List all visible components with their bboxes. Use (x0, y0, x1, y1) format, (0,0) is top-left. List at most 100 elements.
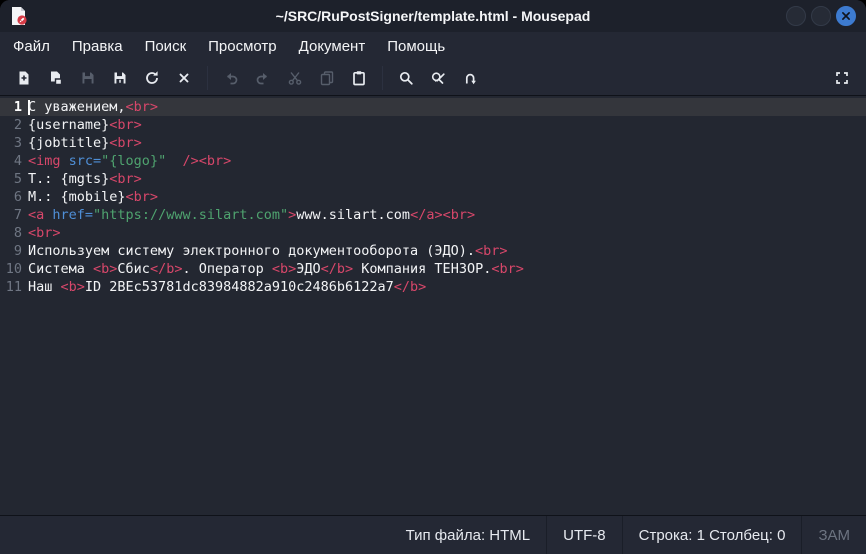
editor-line-1[interactable]: 1С уважением,<br> (0, 98, 866, 116)
code-token: </a> (410, 207, 443, 223)
editor-line-4[interactable]: 4<img src="{logo}" /><br> (0, 152, 866, 170)
editor-line-2[interactable]: 2{username}<br> (0, 116, 866, 134)
line-number: 9 (0, 242, 28, 260)
line-number: 8 (0, 224, 28, 242)
paste-icon (351, 70, 367, 86)
code-token: <img (28, 153, 61, 169)
code-token: <br> (126, 99, 159, 115)
mousepad-app-icon (10, 6, 28, 26)
menu-item-help[interactable]: Помощь (376, 35, 456, 58)
cut-icon (287, 70, 303, 86)
cut-button (280, 64, 310, 92)
reload-icon (144, 70, 160, 86)
reload-button[interactable] (137, 64, 167, 92)
save-as-icon (112, 70, 128, 86)
code-token: <br> (199, 153, 232, 169)
line-content: Используем систему электронного документ… (28, 242, 508, 260)
code-token: <br> (475, 243, 508, 259)
code-token: Сбис (117, 261, 150, 277)
editor-line-7[interactable]: 7<a href="https://www.silart.com">www.si… (0, 206, 866, 224)
code-token: <b> (93, 261, 117, 277)
menu-item-search[interactable]: Поиск (134, 35, 198, 58)
save-as-button[interactable] (105, 64, 135, 92)
menu-item-view[interactable]: Просмотр (197, 35, 288, 58)
line-number: 11 (0, 278, 28, 296)
open-file-button[interactable] (41, 64, 71, 92)
code-token: <br> (109, 135, 142, 151)
line-number: 7 (0, 206, 28, 224)
code-token: С уважением, (28, 99, 126, 115)
menu-item-edit[interactable]: Правка (61, 35, 134, 58)
fullscreen-icon (834, 70, 850, 86)
line-content: {jobtitle}<br> (28, 134, 142, 152)
close-file-button[interactable] (169, 64, 199, 92)
search-button[interactable] (391, 64, 421, 92)
editor-line-9[interactable]: 9Используем систему электронного докумен… (0, 242, 866, 260)
editor-line-3[interactable]: 3{jobtitle}<br> (0, 134, 866, 152)
editor-line-10[interactable]: 10Система <b>Сбис</b>. Оператор <b>ЭДО</… (0, 260, 866, 278)
go-to-icon (462, 70, 478, 86)
minimize-button[interactable] (786, 6, 806, 26)
window-controls (786, 6, 856, 26)
code-token: /> (182, 153, 198, 169)
fullscreen-button[interactable] (827, 64, 857, 92)
code-token: Т.: {mgts} (28, 171, 109, 187)
code-token: <a (28, 207, 44, 223)
code-token: Компания ТЕНЗОР. (353, 261, 491, 277)
code-token: </b> (394, 279, 427, 295)
menu-item-file[interactable]: Файл (2, 35, 61, 58)
code-token: <br> (443, 207, 476, 223)
close-icon (841, 11, 851, 21)
search-replace-button[interactable] (423, 64, 453, 92)
line-content: <img src="{logo}" /><br> (28, 152, 231, 170)
code-token: </b> (150, 261, 183, 277)
code-token: ЭДО (296, 261, 320, 277)
redo-button (248, 64, 278, 92)
line-number: 4 (0, 152, 28, 170)
close-button[interactable] (836, 6, 856, 26)
code-token: <br> (28, 225, 61, 241)
paste-button[interactable] (344, 64, 374, 92)
search-icon (398, 70, 414, 86)
code-token: "https://www.silart.com" (93, 207, 288, 223)
line-number: 3 (0, 134, 28, 152)
code-token: href= (52, 207, 93, 223)
code-token: Наш (28, 279, 61, 295)
titlebar[interactable]: ~/SRC/RuPostSigner/template.html - Mouse… (0, 0, 866, 32)
status-overwrite-mode: ЗАМ (802, 527, 866, 544)
line-number: 6 (0, 188, 28, 206)
line-number: 5 (0, 170, 28, 188)
menu-item-document[interactable]: Документ (288, 35, 377, 58)
code-token: . Оператор (182, 261, 271, 277)
maximize-button[interactable] (811, 6, 831, 26)
code-token: Используем систему электронного документ… (28, 243, 475, 259)
code-token: <br> (109, 117, 142, 133)
new-file-icon (16, 70, 32, 86)
mousepad-window: ~/SRC/RuPostSigner/template.html - Mouse… (0, 0, 866, 554)
code-token: {username} (28, 117, 109, 133)
go-to-button[interactable] (455, 64, 485, 92)
window-title: ~/SRC/RuPostSigner/template.html - Mouse… (0, 8, 866, 24)
editor-text-area[interactable]: 1С уважением,<br>2{username}<br>3{jobtit… (0, 96, 866, 515)
line-content: Т.: {mgts}<br> (28, 170, 142, 188)
editor-line-5[interactable]: 5Т.: {mgts}<br> (0, 170, 866, 188)
copy-icon (319, 70, 335, 86)
save-button (73, 64, 103, 92)
open-file-icon (48, 70, 64, 86)
new-file-button[interactable] (9, 64, 39, 92)
code-token: "{logo}" (101, 153, 166, 169)
line-number: 10 (0, 260, 28, 278)
code-token: <b> (272, 261, 296, 277)
close-file-icon (176, 70, 192, 86)
menubar: ФайлПравкаПоискПросмотрДокументПомощь (0, 32, 866, 60)
editor-line-6[interactable]: 6М.: {mobile}<br> (0, 188, 866, 206)
code-token: </b> (321, 261, 354, 277)
editor-line-11[interactable]: 11Наш <b>ID 2BEc53781dc83984882a910c2486… (0, 278, 866, 296)
line-content: Система <b>Сбис</b>. Оператор <b>ЭДО</b>… (28, 260, 524, 278)
copy-button (312, 64, 342, 92)
code-token: <br> (126, 189, 159, 205)
undo-button (216, 64, 246, 92)
code-token (166, 153, 182, 169)
editor-line-8[interactable]: 8<br> (0, 224, 866, 242)
line-content: <br> (28, 224, 61, 242)
